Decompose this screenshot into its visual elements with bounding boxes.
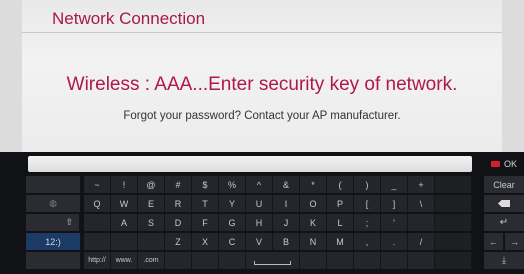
dialog-title: Network Connection [52, 9, 206, 28]
blank-key[interactable] [26, 176, 81, 193]
key[interactable]: T [192, 195, 219, 212]
blank-key[interactable] [435, 176, 472, 193]
key[interactable]: * [300, 176, 327, 193]
backspace-key[interactable] [484, 195, 524, 212]
download-key[interactable]: ⤓ [484, 252, 524, 269]
key[interactable]: G [219, 214, 246, 231]
blank-key[interactable] [435, 252, 472, 269]
http-shortcut-key[interactable]: http:// [84, 252, 111, 269]
blank-key[interactable] [435, 214, 472, 231]
blank-key[interactable] [408, 214, 435, 231]
key[interactable]: L [327, 214, 354, 231]
blank-key[interactable] [354, 252, 381, 269]
key[interactable]: V [246, 233, 273, 250]
key[interactable]: N [300, 233, 327, 250]
blank-key[interactable] [300, 252, 327, 269]
left-arrow-icon: ← [489, 236, 498, 247]
enter-key[interactable] [484, 214, 524, 231]
blank-key[interactable] [327, 252, 354, 269]
blank-key[interactable] [381, 252, 408, 269]
blank-key[interactable] [111, 233, 138, 250]
shift-key[interactable]: ⇧ [26, 214, 80, 231]
blank-key[interactable] [165, 252, 192, 269]
blank-key[interactable] [26, 252, 81, 269]
key[interactable]: W [111, 195, 138, 212]
key[interactable]: A [111, 214, 138, 231]
key[interactable]: ) [354, 176, 381, 193]
www-shortcut-key[interactable]: www. [111, 252, 138, 269]
cursor-left-key[interactable]: ← [484, 233, 504, 250]
key[interactable]: K [300, 214, 327, 231]
key[interactable]: M [327, 233, 354, 250]
key[interactable]: H [246, 214, 273, 231]
key[interactable]: I [273, 195, 300, 212]
network-connection-dialog: Network Connection Wireless : AAA...Ente… [0, 0, 524, 152]
blank-key[interactable] [219, 252, 246, 269]
key[interactable]: C [219, 233, 246, 250]
key[interactable]: Z [165, 233, 192, 250]
ok-button[interactable]: OK [484, 156, 524, 172]
cursor-right-key[interactable]: → [505, 233, 524, 250]
key[interactable]: Y [219, 195, 246, 212]
virtual-keyboard: OK ~ ! @ # $ % ^ & * ( ) _ + Clear ◍ Q W… [0, 152, 524, 274]
key[interactable]: + [408, 176, 435, 193]
blank-key[interactable] [435, 233, 472, 250]
key[interactable]: ( [327, 176, 354, 193]
mode-key[interactable]: 12:) [26, 233, 81, 250]
key[interactable]: ~ [84, 176, 111, 193]
key[interactable]: $ [192, 176, 219, 193]
key[interactable]: U [246, 195, 273, 212]
key[interactable]: O [300, 195, 327, 212]
key[interactable]: Q [84, 195, 111, 212]
blank-key[interactable] [192, 252, 219, 269]
key[interactable]: X [192, 233, 219, 250]
key[interactable]: ; [354, 214, 381, 231]
space-key[interactable] [246, 252, 300, 269]
key[interactable]: D [165, 214, 192, 231]
key[interactable]: B [273, 233, 300, 250]
security-key-prompt: Wireless : AAA...Enter security key of n… [66, 74, 458, 95]
blank-key[interactable] [138, 233, 165, 250]
key[interactable]: ! [111, 176, 138, 193]
key[interactable]: ] [381, 195, 408, 212]
security-key-input[interactable] [28, 156, 472, 172]
blank-key[interactable] [408, 252, 435, 269]
title-divider [22, 32, 502, 33]
key[interactable]: F [192, 214, 219, 231]
key[interactable]: R [165, 195, 192, 212]
key[interactable]: # [165, 176, 192, 193]
key[interactable]: % [219, 176, 246, 193]
clear-button[interactable]: Clear [484, 176, 524, 193]
ok-label: OK [503, 159, 517, 169]
key[interactable]: J [273, 214, 300, 231]
key[interactable]: . [381, 233, 408, 250]
key[interactable]: @ [138, 176, 165, 193]
key[interactable]: & [273, 176, 300, 193]
key[interactable]: / [408, 233, 435, 250]
download-icon: ⤓ [502, 255, 506, 265]
shift-icon: ⇧ [65, 217, 73, 227]
red-button-icon [490, 161, 500, 167]
right-arrow-icon: → [510, 236, 519, 247]
blank-key[interactable] [84, 214, 111, 231]
key[interactable]: _ [381, 176, 408, 193]
com-shortcut-key[interactable]: .com [138, 252, 165, 269]
key[interactable]: ' [381, 214, 408, 231]
key[interactable]: P [327, 195, 354, 212]
key[interactable]: \ [408, 195, 435, 212]
key[interactable]: E [138, 195, 165, 212]
blank-key[interactable] [84, 233, 111, 250]
key[interactable]: ^ [246, 176, 273, 193]
blank-key[interactable] [435, 195, 472, 212]
globe-icon: ◍ [49, 198, 57, 208]
globe-key[interactable]: ◍ [26, 195, 81, 212]
key[interactable]: , [354, 233, 381, 250]
password-hint: Forgot your password? Contact your AP ma… [123, 110, 401, 122]
key[interactable]: [ [354, 195, 381, 212]
key[interactable]: S [138, 214, 165, 231]
